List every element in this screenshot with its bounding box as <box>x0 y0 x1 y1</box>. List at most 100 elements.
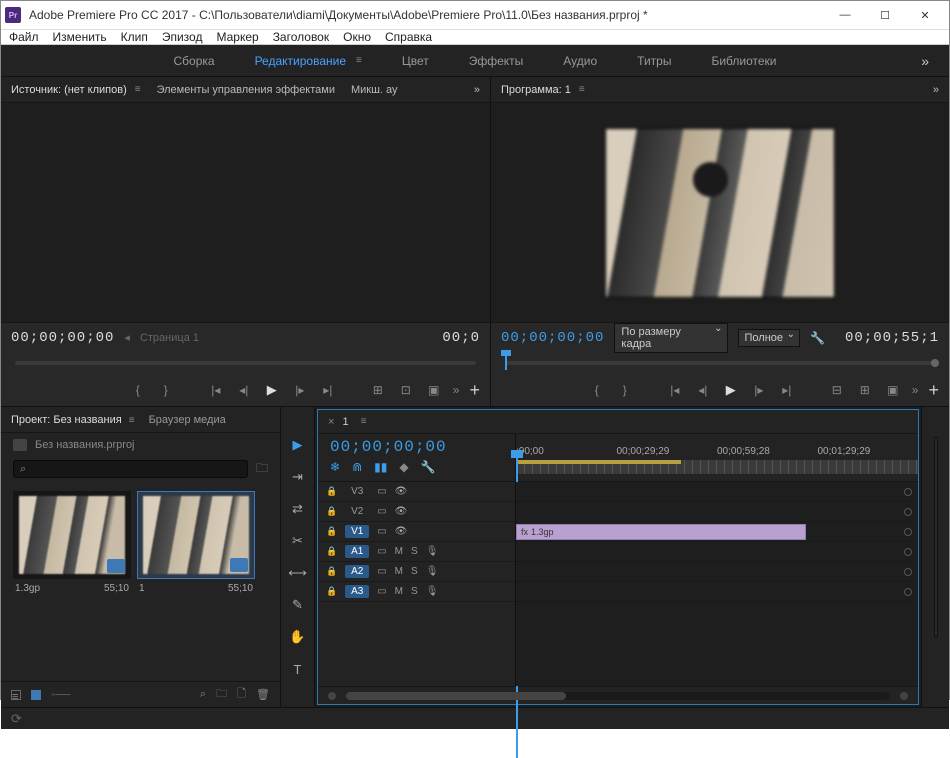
search-input[interactable]: ⌕ <box>13 460 248 478</box>
source-scrubber[interactable] <box>15 361 476 365</box>
goto-in-icon[interactable]: |◂ <box>207 383 225 397</box>
timeline-clip[interactable]: fx1.3gp <box>516 524 806 540</box>
menu-clip[interactable]: Клип <box>121 30 148 44</box>
mark-out-icon[interactable]: } <box>616 383 634 397</box>
add-button-icon[interactable]: + <box>469 380 480 401</box>
ws-overflow-icon[interactable]: » <box>921 53 929 69</box>
tab-program[interactable]: Программа: 1≡ <box>501 84 585 96</box>
lock-icon[interactable]: 🔒 <box>326 526 337 537</box>
clip-item[interactable]: 1.3gp55;10 <box>13 491 131 671</box>
track-header-a3[interactable]: 🔒A3▭MS🎙 <box>318 582 515 602</box>
panel-overflow-icon[interactable]: » <box>474 84 480 96</box>
track-handle[interactable] <box>904 528 912 536</box>
goto-out-icon[interactable]: ▸| <box>778 383 796 397</box>
eye-icon[interactable]: 👁 <box>395 506 408 517</box>
track-handle[interactable] <box>904 548 912 556</box>
ripple-tool-icon[interactable]: ⇄ <box>290 501 306 517</box>
maximize-button[interactable]: ☐ <box>865 1 905 29</box>
insert-icon[interactable]: ⊞ <box>369 383 387 397</box>
track-handle[interactable] <box>904 508 912 516</box>
zoom-in-handle[interactable] <box>900 692 908 700</box>
export-frame-icon[interactable]: ▣ <box>425 383 443 397</box>
eye-icon[interactable]: 👁 <box>395 526 408 537</box>
menu-help[interactable]: Справка <box>385 30 432 44</box>
pen-tool-icon[interactable]: ✎ <box>290 597 306 613</box>
new-item-icon[interactable]: 🗋 <box>237 685 246 704</box>
lift-icon[interactable]: ⊟ <box>828 383 846 397</box>
menu-window[interactable]: Окно <box>343 30 371 44</box>
ws-effects[interactable]: Эффекты <box>469 54 524 68</box>
program-monitor[interactable] <box>491 103 949 322</box>
close-button[interactable]: ✕ <box>905 1 945 29</box>
sync-icon[interactable]: ⟳ <box>11 711 22 727</box>
export-frame-icon[interactable]: ▣ <box>884 383 902 397</box>
add-marker-icon[interactable]: ▮▮ <box>374 460 387 474</box>
overwrite-icon[interactable]: ⊡ <box>397 383 415 397</box>
timeline-ruler[interactable]: ;00;00 00;00;29;29 00;00;59;28 00;01;29;… <box>516 434 918 481</box>
timeline-scrollbar[interactable] <box>346 692 890 700</box>
new-bin-icon[interactable]: 🗀 <box>256 459 268 480</box>
play-icon[interactable]: ▶ <box>263 382 281 398</box>
linked-selection-icon[interactable]: ⋒ <box>352 460 362 474</box>
menu-title[interactable]: Заголовок <box>273 30 329 44</box>
track-handle[interactable] <box>904 568 912 576</box>
extract-icon[interactable]: ⊞ <box>856 383 874 397</box>
track-select-tool-icon[interactable]: ⇥ <box>290 469 306 485</box>
goto-out-icon[interactable]: ▸| <box>319 383 337 397</box>
step-fwd-icon[interactable]: |▸ <box>291 383 309 397</box>
close-seq-icon[interactable]: × <box>328 416 334 428</box>
minimize-button[interactable]: — <box>825 1 865 29</box>
track-header-a2[interactable]: 🔒A2▭MS🎙 <box>318 562 515 582</box>
tab-project[interactable]: Проект: Без названия ≡ <box>11 414 135 426</box>
icon-view-icon[interactable] <box>31 690 41 700</box>
lock-icon[interactable]: 🔒 <box>326 586 337 597</box>
work-area-bar[interactable] <box>516 460 681 464</box>
mic-icon[interactable]: 🎙 <box>426 566 439 577</box>
track-header-a1[interactable]: 🔒A1▭MS🎙 <box>318 542 515 562</box>
lock-icon[interactable]: 🔒 <box>326 506 337 517</box>
ws-titles[interactable]: Титры <box>637 54 671 68</box>
list-view-icon[interactable]: ≡ <box>11 690 21 700</box>
ws-assembly[interactable]: Сборка <box>174 54 215 68</box>
razor-tool-icon[interactable]: ✂ <box>290 533 306 549</box>
ws-audio[interactable]: Аудио <box>563 54 597 68</box>
program-timecode-in[interactable]: 00;00;00;00 <box>501 330 604 346</box>
settings-icon[interactable]: 🔧 <box>810 331 825 345</box>
sequence-tab[interactable]: 1 <box>342 416 348 428</box>
source-monitor[interactable] <box>1 103 490 322</box>
hand-tool-icon[interactable]: ✋ <box>290 629 306 645</box>
eye-icon[interactable]: 👁 <box>395 486 408 497</box>
snap-icon[interactable]: ❄ <box>330 460 340 474</box>
menu-marker[interactable]: Маркер <box>216 30 258 44</box>
play-icon[interactable]: ▶ <box>722 382 740 398</box>
step-back-icon[interactable]: ◂| <box>235 383 253 397</box>
source-timecode-in[interactable]: 00;00;00;00 <box>11 330 114 346</box>
panel-overflow-icon[interactable]: » <box>933 84 939 96</box>
transport-overflow-icon[interactable]: » <box>453 383 460 397</box>
timeline-tracks[interactable]: fx1.3gp <box>516 482 918 686</box>
hamburger-icon[interactable]: ≡ <box>361 416 367 427</box>
slip-tool-icon[interactable]: ⟷ <box>290 565 306 581</box>
goto-in-icon[interactable]: |◂ <box>666 383 684 397</box>
menu-file[interactable]: Файл <box>9 30 39 44</box>
lock-icon[interactable]: 🔒 <box>326 566 337 577</box>
track-handle[interactable] <box>904 588 912 596</box>
settings-icon[interactable]: 🔧 <box>421 460 436 474</box>
tab-source[interactable]: Источник: (нет клипов)≡ <box>11 84 141 96</box>
track-handle[interactable] <box>904 488 912 496</box>
lock-icon[interactable]: 🔒 <box>326 486 337 497</box>
selection-tool-icon[interactable]: ▶ <box>290 437 306 453</box>
tab-effect-controls[interactable]: Элементы управления эффектами <box>157 84 335 96</box>
track-header-v1[interactable]: 🔒V1▭👁 <box>318 522 515 542</box>
tab-audio-mixer[interactable]: Микш. ау <box>351 84 398 96</box>
marker-icon[interactable]: ◆ <box>399 460 408 474</box>
menu-sequence[interactable]: Эпизод <box>162 30 203 44</box>
step-fwd-icon[interactable]: |▸ <box>750 383 768 397</box>
clip-item[interactable]: 155;10 <box>137 491 255 671</box>
add-button-icon[interactable]: + <box>928 380 939 401</box>
quality-dropdown[interactable]: Полное <box>738 329 801 347</box>
mic-icon[interactable]: 🎙 <box>426 586 439 597</box>
hamburger-icon[interactable]: ≡ <box>356 55 362 66</box>
step-back-icon[interactable]: ◂| <box>694 383 712 397</box>
lock-icon[interactable]: 🔒 <box>326 546 337 557</box>
